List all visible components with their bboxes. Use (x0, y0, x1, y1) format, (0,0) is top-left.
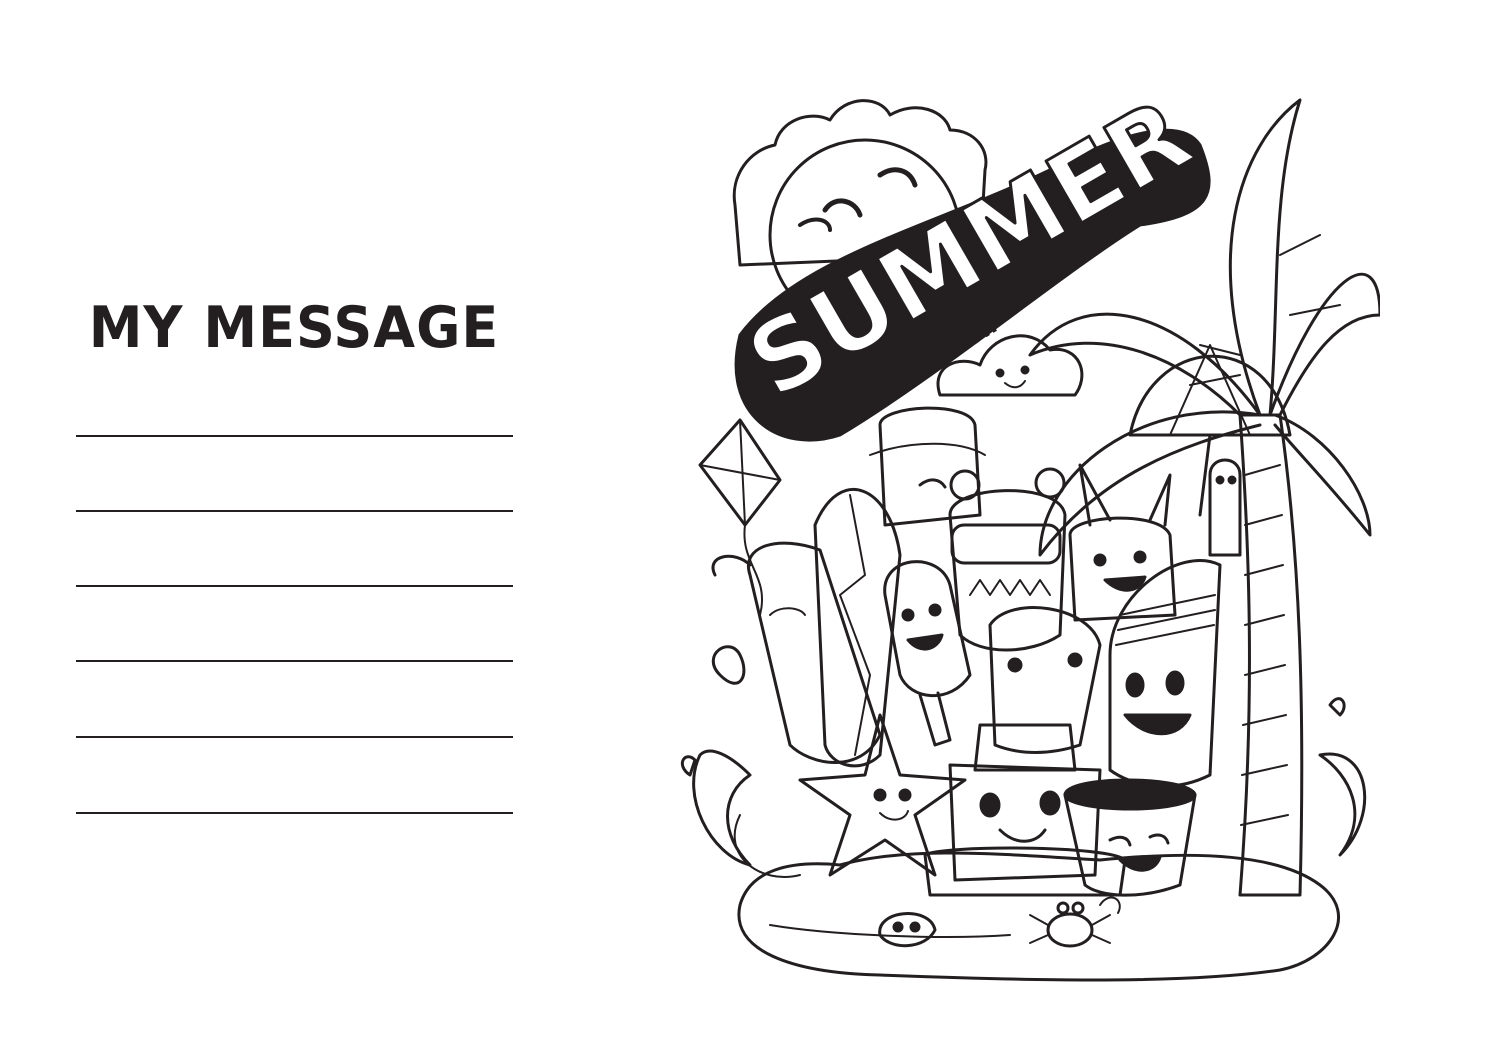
bucket-character (1063, 778, 1197, 897)
writing-line[interactable] (76, 812, 513, 814)
shell-icon (878, 912, 937, 948)
writing-line[interactable] (76, 510, 513, 512)
message-title: MY MESSAGE (88, 294, 500, 361)
surfboard-icon (813, 488, 902, 768)
writing-line[interactable] (76, 585, 513, 587)
summer-word: SUMMER (730, 78, 1209, 421)
writing-line[interactable] (76, 736, 513, 738)
kite-icon (698, 418, 782, 616)
writing-line[interactable] (76, 660, 513, 662)
island-shape (737, 851, 1340, 982)
sandcastle-character (923, 723, 1127, 897)
message-panel: MY MESSAGE (0, 0, 600, 1060)
splash-left (692, 749, 752, 867)
crab-icon (1029, 896, 1121, 948)
bunny-character (1068, 463, 1177, 622)
summer-holiday-illustration: SUMMER HOLIDAY (680, 55, 1380, 985)
worm-character (1208, 458, 1242, 557)
hat-character (869, 406, 986, 527)
writing-line[interactable] (76, 435, 513, 437)
summer-lettering: SUMMER HOLIDAY (729, 77, 1211, 442)
goggles-monster-character (948, 467, 1067, 652)
striped-character (1108, 559, 1222, 788)
tooth-monster-character (988, 606, 1102, 754)
